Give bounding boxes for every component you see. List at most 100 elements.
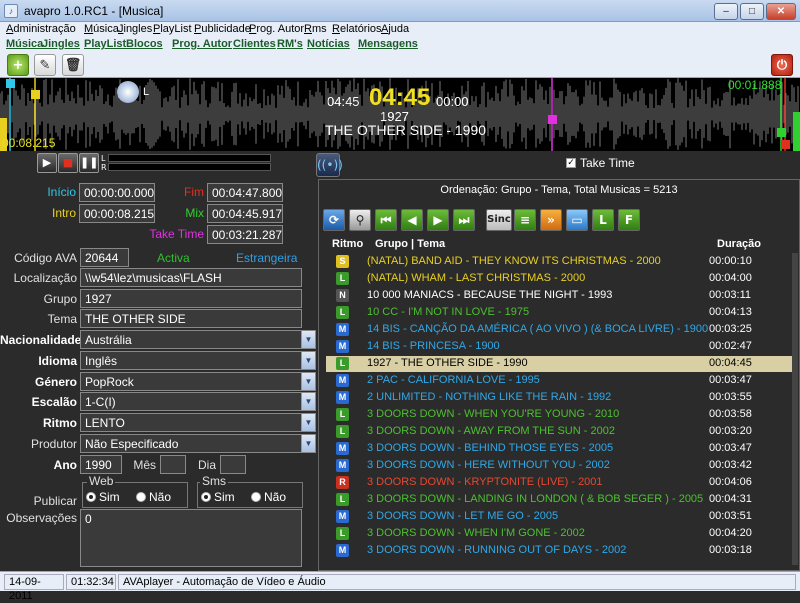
estrangeira-label[interactable]: Estrangeira [236, 251, 297, 265]
list-row[interactable]: M 2 UNLIMITED - NOTHING LIKE THE RAIN - 1… [326, 390, 792, 406]
menu-playlist[interactable]: PlayList [153, 23, 192, 35]
menu-administracao[interactable]: Administração [6, 23, 76, 35]
list-row[interactable]: L 3 DOORS DOWN - LANDING IN LONDON ( & BO… [326, 492, 792, 508]
equalizer-icon[interactable]: ≡ [514, 209, 536, 231]
list-row[interactable]: L 3 DOORS DOWN - WHEN YOU'RE YOUNG - 2010… [326, 407, 792, 423]
sms-sim-radio[interactable]: Sim [201, 490, 235, 504]
filter-l-icon[interactable]: L [592, 209, 614, 231]
chevron-down-icon[interactable]: ▼ [301, 393, 315, 410]
list-row[interactable]: L 3 DOORS DOWN - AWAY FROM THE SUN - 2002… [326, 424, 792, 440]
menu-musica[interactable]: Música [84, 23, 119, 35]
list-row[interactable]: L 10 CC - I'M NOT IN LOVE - 1975 00:04:13 [326, 305, 792, 321]
stop-button[interactable]: ■ [58, 153, 78, 173]
menu-prog-autor[interactable]: Prog. Autor [249, 23, 304, 35]
link-mensagens[interactable]: Mensagens [358, 38, 418, 50]
minimize-button[interactable]: – [714, 3, 738, 20]
link-prog-autor[interactable]: Prog. Autor [172, 38, 232, 50]
link-blocos[interactable]: Blocos [126, 38, 163, 50]
list-row[interactable]: L 3 DOORS DOWN - WHEN I'M GONE - 2002 00:0… [326, 526, 792, 542]
marker-handle[interactable] [31, 90, 40, 99]
list-row[interactable]: M 3 DOORS DOWN - BEHIND THOSE EYES - 2005… [326, 441, 792, 457]
chevron-down-icon[interactable]: ▼ [301, 331, 315, 348]
escalao-select[interactable]: 1-C(I) ▼ [80, 392, 316, 411]
inicio-field[interactable]: 00:00:00.000 [79, 183, 155, 202]
menu-ajuda[interactable]: Ajuda [381, 23, 409, 35]
list-row[interactable]: R 3 DOORS DOWN - KRYPTONITE (LIVE) - 2001… [326, 475, 792, 491]
list-row[interactable]: S (NATAL) BAND AID - THEY KNOW ITS CHRIST… [326, 254, 792, 270]
filter-f-icon[interactable]: F [618, 209, 640, 231]
idioma-select[interactable]: Inglês ▼ [80, 351, 316, 370]
binoculars-icon[interactable]: ⚲ [349, 209, 371, 231]
produtor-select[interactable]: Não Especificado ▼ [80, 434, 316, 453]
link-musica[interactable]: Música [6, 38, 43, 50]
delete-icon[interactable]: 🗑 [62, 54, 84, 76]
menu-publicidade[interactable]: Publicidade [194, 23, 251, 35]
ano-field[interactable]: 1990 [80, 455, 122, 474]
menu-rms[interactable]: Rms [304, 23, 327, 35]
list-row[interactable]: M 14 BIS - CANÇÃO DA AMÉRICA ( AO VIVO ) … [326, 322, 792, 338]
link-clientes[interactable]: Clientes [233, 38, 276, 50]
col-grupo-tema[interactable]: Grupo | Tema [375, 238, 445, 250]
take-time-field[interactable]: 00:03:21.287 [207, 225, 283, 244]
col-duracao[interactable]: Duração [717, 238, 761, 250]
col-ritmo[interactable]: Ritmo [332, 238, 363, 250]
fim-field[interactable]: 00:04:47.800 [207, 183, 283, 202]
menu-jingles[interactable]: Jingles [118, 23, 152, 35]
marker-handle[interactable] [6, 79, 15, 88]
pause-button[interactable]: ❚❚ [79, 153, 99, 173]
list-row[interactable]: M 14 BIS - PRINCESA - 1900 00:02:47 [326, 339, 792, 355]
marker-handle[interactable] [548, 115, 557, 124]
web-nao-radio[interactable]: Não [136, 490, 171, 504]
play-button[interactable]: ▶ [37, 153, 57, 173]
marker-handle[interactable] [777, 128, 786, 137]
grupo-field[interactable]: 1927 [80, 289, 302, 308]
next-record-icon[interactable]: ▶ [427, 209, 449, 231]
first-record-icon[interactable]: ⏮ [375, 209, 397, 231]
edit-icon[interactable]: ✎ [34, 54, 56, 76]
link-playlist[interactable]: PlayList [84, 38, 126, 50]
mix-field[interactable]: 00:04:45.917 [207, 204, 283, 223]
dia-field[interactable] [220, 455, 246, 474]
chevron-down-icon[interactable]: ▼ [301, 435, 315, 452]
list-scrollbar[interactable] [792, 253, 798, 565]
list-row[interactable]: M 3 DOORS DOWN - RUNNING OUT OF DAYS - 20… [326, 543, 792, 559]
list-row[interactable]: L 1927 - THE OTHER SIDE - 1990 00:04:45 [326, 356, 792, 372]
genero-select[interactable]: PopRock ▼ [80, 372, 316, 391]
fast-forward-icon[interactable]: » [540, 209, 562, 231]
chevron-down-icon[interactable]: ▼ [301, 414, 315, 431]
broadcast-icon[interactable]: ((•)) [316, 153, 343, 177]
marker-handle[interactable] [781, 140, 790, 149]
codigo-field[interactable]: 20644 [80, 248, 129, 267]
observacoes-field[interactable]: 0 [80, 509, 302, 567]
menu-relatorios[interactable]: Relatórios [332, 23, 382, 35]
chevron-down-icon[interactable]: ▼ [301, 352, 315, 369]
ritmo-select[interactable]: LENTO ▼ [80, 413, 316, 432]
list-row[interactable]: M 2 PAC - CALIFORNIA LOVE - 1995 00:03:47 [326, 373, 792, 389]
localizacao-field[interactable]: \\w54\lez\musicas\FLASH [80, 268, 302, 287]
activa-label[interactable]: Activa [157, 251, 190, 265]
close-button[interactable]: ✕ [766, 3, 796, 20]
web-sim-radio[interactable]: Sim [86, 490, 120, 504]
power-icon[interactable]: ⏻ [771, 54, 793, 76]
list-row[interactable]: M 3 DOORS DOWN - HERE WITHOUT YOU - 2002 0… [326, 458, 792, 474]
list-row[interactable]: L (NATAL) WHAM - LAST CHRISTMAS - 2000 00:… [326, 271, 792, 287]
intro-field[interactable]: 00:00:08.215 [79, 204, 155, 223]
list-row[interactable]: M 3 DOORS DOWN - LET ME GO - 2005 00:03:51 [326, 509, 792, 525]
link-noticias[interactable]: Notícias [307, 38, 350, 50]
link-jingles[interactable]: Jingles [42, 38, 80, 50]
take-time-checkbox[interactable]: ✓ [566, 158, 576, 168]
link-rms[interactable]: RM's [277, 38, 303, 50]
last-record-icon[interactable]: ⏭ [453, 209, 475, 231]
monitor-icon[interactable]: ▭ [566, 209, 588, 231]
refresh-icon[interactable]: ⟳ [323, 209, 345, 231]
add-icon[interactable]: + [7, 54, 29, 76]
previous-record-icon[interactable]: ◀ [401, 209, 423, 231]
mes-field[interactable] [160, 455, 186, 474]
nacionalidade-select[interactable]: Austrália ▼ [80, 330, 316, 349]
waveform-display[interactable]: L 04:45 04:45 00:00 1927 THE OTHER SIDE … [0, 78, 800, 151]
tema-field[interactable]: THE OTHER SIDE [80, 309, 302, 328]
list-row[interactable]: N 10 000 MANIACS - BECAUSE THE NIGHT - 19… [326, 288, 792, 304]
sms-nao-radio[interactable]: Não [251, 490, 286, 504]
sinc-button[interactable]: Sinc [486, 209, 512, 231]
maximize-button[interactable]: □ [740, 3, 764, 20]
